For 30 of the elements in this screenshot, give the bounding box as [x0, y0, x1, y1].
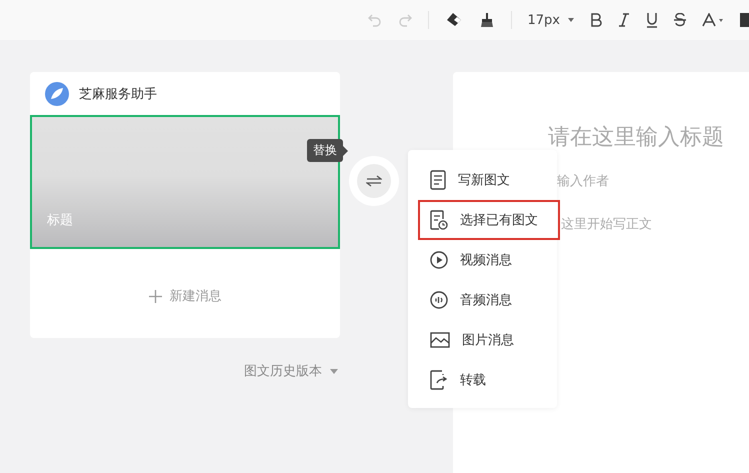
caret-icon: [330, 368, 338, 374]
caret-icon: [568, 18, 574, 22]
font-size-dropdown[interactable]: 17px: [528, 12, 574, 28]
swap-button[interactable]: [357, 164, 391, 198]
strikethrough-icon[interactable]: [674, 13, 686, 27]
italic-icon[interactable]: [618, 13, 630, 27]
account-avatar-icon: [45, 82, 69, 106]
font-color-icon[interactable]: [702, 13, 724, 27]
menu-item[interactable]: 音频消息: [418, 280, 560, 320]
swap-icon: [366, 175, 382, 187]
document-clock-icon: [430, 210, 448, 230]
image-icon: [430, 332, 450, 348]
bold-icon[interactable]: [590, 13, 602, 27]
document-icon: [430, 170, 446, 190]
play-icon: [430, 251, 448, 269]
eraser-icon[interactable]: [444, 12, 462, 28]
plus-icon: [148, 290, 162, 302]
sound-icon: [430, 291, 448, 309]
tooltip: 替换: [307, 139, 343, 162]
share-icon: [430, 370, 448, 390]
cover-title: 标题: [47, 212, 73, 229]
brush-icon[interactable]: [478, 12, 494, 28]
underline-icon[interactable]: [646, 12, 658, 28]
account-name: 芝麻服务助手: [79, 86, 157, 102]
menu-item[interactable]: 图片消息: [418, 320, 560, 360]
tooltip-pointer-icon: [343, 146, 348, 156]
menu-item[interactable]: 视频消息: [418, 240, 560, 280]
menu-item[interactable]: 选择已有图文: [418, 200, 560, 240]
menu-item[interactable]: 转载: [418, 360, 560, 400]
background-color-icon[interactable]: [740, 13, 749, 27]
